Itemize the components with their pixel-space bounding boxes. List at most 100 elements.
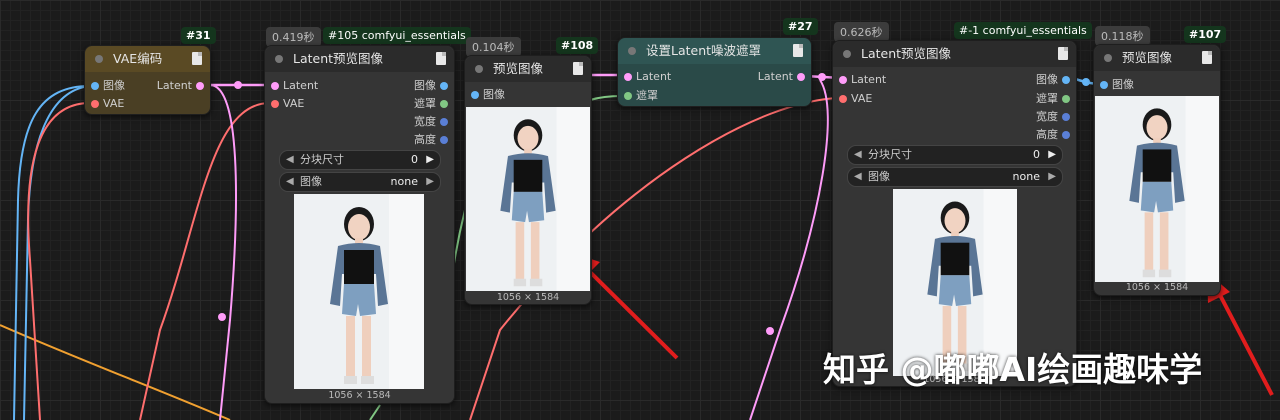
slot-label: 高度 — [1036, 128, 1058, 141]
input-slot-image[interactable]: 图像 — [1094, 77, 1134, 93]
collapse-dot-icon[interactable] — [628, 47, 636, 55]
person-photo — [294, 194, 424, 389]
image-dimensions: 1056 × 1584 — [496, 292, 560, 303]
slot-label: Latent — [636, 70, 672, 83]
input-slot-latent[interactable]: Latent — [618, 69, 671, 85]
preview-image[interactable] — [294, 194, 424, 389]
tile-size-widget[interactable]: ◀ 分块尺寸 0 ▶ — [847, 145, 1063, 165]
vae-encode-node[interactable]: VAE编码 图像 VAE Latent — [84, 45, 211, 115]
input-slot-image[interactable]: 图像 — [465, 87, 505, 103]
widget-label: 分块尺寸 — [300, 153, 344, 166]
node-title: Latent预览图像 — [293, 51, 384, 66]
collapse-dot-icon[interactable] — [843, 50, 851, 58]
image-dimensions: 1056 × 1584 — [328, 390, 391, 401]
widget-label: 图像 — [300, 175, 322, 188]
node-title-bar[interactable]: 预览图像 — [465, 56, 591, 82]
output-slot-height[interactable]: 高度 — [1036, 127, 1076, 143]
slot-label: Latent — [283, 79, 319, 92]
node-title: VAE编码 — [113, 51, 163, 66]
node-title-bar[interactable]: Latent预览图像 — [265, 46, 454, 72]
collapse-dot-icon[interactable] — [1104, 54, 1112, 62]
input-slot-mask[interactable]: 遮罩 — [618, 88, 658, 104]
person-photo — [466, 107, 590, 291]
slot-label: Latent — [851, 73, 887, 86]
input-slot-vae[interactable]: VAE — [833, 91, 872, 107]
decrement-arrow-icon[interactable]: ◀ — [286, 151, 294, 169]
node-id-badge: #108 — [556, 37, 599, 54]
slot-dot-icon — [1100, 81, 1108, 89]
slot-label: 高度 — [414, 133, 436, 146]
document-icon[interactable] — [192, 52, 202, 65]
exec-time-badge: 0.419秒 — [266, 27, 321, 47]
slot-dot-icon — [1062, 113, 1070, 121]
collapse-dot-icon[interactable] — [95, 55, 103, 63]
preview-image-node-107[interactable]: 预览图像 图像 1056 × 1584 — [1093, 44, 1221, 296]
node-title-bar[interactable]: 设置Latent噪波遮罩 — [618, 38, 811, 64]
slot-dot-icon — [1062, 95, 1070, 103]
slot-dot-icon — [839, 76, 847, 84]
output-slot-height[interactable]: 高度 — [414, 132, 454, 148]
output-slot-mask[interactable]: 遮罩 — [1036, 91, 1076, 107]
image-combo-widget[interactable]: ◀ 图像 none ▶ — [847, 167, 1063, 187]
slot-dot-icon — [440, 118, 448, 126]
collapse-dot-icon[interactable] — [475, 65, 483, 73]
latent-preview-node-105[interactable]: Latent预览图像 Latent VAE 图像 遮罩 宽度 高度 ◀ 分块尺寸… — [264, 45, 455, 404]
prev-arrow-icon[interactable]: ◀ — [854, 168, 862, 186]
input-slot-vae[interactable]: VAE — [265, 96, 304, 112]
collapse-dot-icon[interactable] — [275, 55, 283, 63]
node-id-badge: #27 — [783, 18, 818, 35]
document-icon[interactable] — [793, 44, 803, 57]
preview-image[interactable] — [466, 107, 590, 291]
input-slot-latent[interactable]: Latent — [833, 72, 886, 88]
output-slot-latent[interactable]: Latent — [758, 69, 811, 85]
preview-image[interactable] — [1095, 96, 1219, 282]
output-slot-image[interactable]: 图像 — [414, 78, 454, 94]
output-slot-width[interactable]: 宽度 — [1036, 109, 1076, 125]
output-slot-image[interactable]: 图像 — [1036, 72, 1076, 88]
slot-label: 图像 — [103, 79, 125, 92]
document-icon[interactable] — [573, 62, 583, 75]
node-title: 预览图像 — [1122, 50, 1173, 65]
watermark: 知乎 @嘟嘟AI绘画趣味学 — [823, 350, 1203, 389]
slot-dot-icon — [440, 82, 448, 90]
set-latent-noise-mask-node[interactable]: 设置Latent噪波遮罩 Latent 遮罩 Latent — [617, 37, 812, 107]
decrement-arrow-icon[interactable]: ◀ — [854, 146, 862, 164]
output-slot-width[interactable]: 宽度 — [414, 114, 454, 130]
document-icon[interactable] — [1058, 47, 1068, 60]
node-title-bar[interactable]: Latent预览图像 — [833, 41, 1076, 67]
increment-arrow-icon[interactable]: ▶ — [1048, 146, 1056, 164]
output-slot-latent[interactable]: Latent — [157, 78, 210, 94]
exec-time-badge: 0.626秒 — [834, 22, 889, 42]
slot-dot-icon — [91, 82, 99, 90]
input-slot-latent[interactable]: Latent — [265, 78, 318, 94]
slot-label: 宽度 — [414, 115, 436, 128]
next-arrow-icon[interactable]: ▶ — [426, 173, 434, 191]
document-icon[interactable] — [436, 52, 446, 65]
input-slot-vae[interactable]: VAE — [85, 96, 124, 112]
slot-label: 图像 — [1036, 73, 1058, 86]
slot-label: 图像 — [1112, 78, 1134, 91]
slot-label: VAE — [851, 92, 873, 105]
node-title-bar[interactable]: VAE编码 — [85, 46, 210, 72]
node-title-bar[interactable]: 预览图像 — [1094, 45, 1220, 71]
node-id-badge: #107 — [1184, 26, 1227, 43]
slot-label: VAE — [103, 97, 125, 110]
next-arrow-icon[interactable]: ▶ — [1048, 168, 1056, 186]
prev-arrow-icon[interactable]: ◀ — [286, 173, 294, 191]
latent-preview-node-m1[interactable]: Latent预览图像 Latent VAE 图像 遮罩 宽度 高度 ◀ 分块尺寸… — [832, 40, 1077, 387]
node-id-badge: #-1 comfyui_essentials — [954, 22, 1092, 39]
tile-size-widget[interactable]: ◀ 分块尺寸 0 ▶ — [279, 150, 441, 170]
output-slot-mask[interactable]: 遮罩 — [414, 96, 454, 112]
slot-dot-icon — [624, 92, 632, 100]
slot-dot-icon — [271, 82, 279, 90]
preview-image-node-108[interactable]: 预览图像 图像 1056 × 1584 — [464, 55, 592, 305]
input-slot-image[interactable]: 图像 — [85, 78, 125, 94]
document-icon[interactable] — [1202, 51, 1212, 64]
image-combo-widget[interactable]: ◀ 图像 none ▶ — [279, 172, 441, 192]
increment-arrow-icon[interactable]: ▶ — [426, 151, 434, 169]
slot-dot-icon — [196, 82, 204, 90]
wire-latent-2 — [209, 84, 237, 420]
wire-vae-2 — [139, 102, 271, 420]
slot-dot-icon — [91, 100, 99, 108]
slot-label: Latent — [757, 70, 793, 83]
